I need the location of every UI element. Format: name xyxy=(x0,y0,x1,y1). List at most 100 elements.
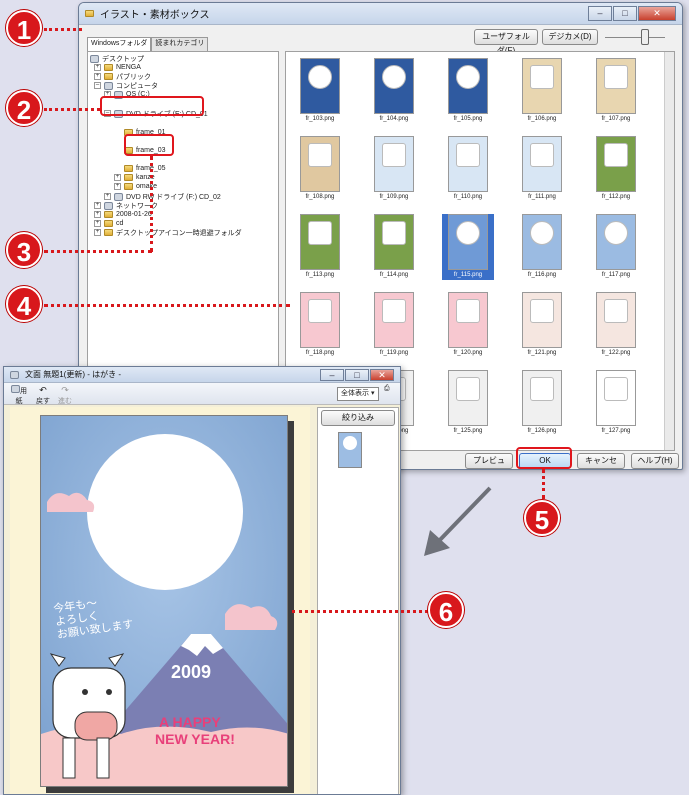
thumbnail-item[interactable]: fr_117.png xyxy=(590,214,642,280)
thumbnail-item[interactable]: fr_107.png xyxy=(590,58,642,124)
thumbnail-item[interactable]: fr_114.png xyxy=(368,214,420,280)
tree-item-computer[interactable]: – コンピュータ xyxy=(94,81,158,90)
tree-item-network[interactable]: + ネットワーク xyxy=(94,201,158,210)
photo-circle xyxy=(87,434,243,590)
thumbnail-image xyxy=(448,58,488,114)
thumbnail-item[interactable]: fr_118.png xyxy=(294,292,346,358)
thumbnail-item[interactable]: fr_121.png xyxy=(516,292,568,358)
editor-close-button[interactable]: ✕ xyxy=(370,369,394,381)
thumbnail-item[interactable]: fr_109.png xyxy=(368,136,420,202)
thumbnail-label: fr_114.png xyxy=(379,272,409,278)
thumbnail-image xyxy=(596,370,636,426)
thumbnail-image xyxy=(448,136,488,192)
thumbnail-item[interactable]: fr_125.png xyxy=(442,370,494,436)
undo-button[interactable]: ↶ 戻す xyxy=(34,385,52,406)
thumbnail-label: fr_125.png xyxy=(453,428,483,434)
thumbnail-label: fr_127.png xyxy=(601,428,631,434)
thumbnail-label: fr_118.png xyxy=(305,350,335,356)
thumbnail-item[interactable]: fr_111.png xyxy=(516,136,568,202)
happy-text-2: NEW YEAR! xyxy=(155,731,235,747)
thumbnail-label: fr_126.png xyxy=(527,428,557,434)
paper-button[interactable]: 用紙 xyxy=(10,385,28,406)
redo-icon: ↷ xyxy=(61,385,69,395)
thumbnail-image xyxy=(374,292,414,348)
tree-item-desktop[interactable]: デスクトップ xyxy=(90,54,144,63)
thumbnail-label: fr_106.png xyxy=(527,116,557,122)
thumbnail-item[interactable]: fr_126.png xyxy=(516,370,568,436)
minimize-button[interactable]: – xyxy=(588,6,612,21)
thumb-size-slider[interactable] xyxy=(605,37,665,38)
thumbnail-image xyxy=(300,136,340,192)
thumbnail-label: fr_109.png xyxy=(379,194,409,200)
zoom-select[interactable]: 全体表示 ▾ xyxy=(337,387,379,401)
thumbnail-image xyxy=(374,136,414,192)
thumbnail-image xyxy=(596,136,636,192)
dialog-titlebar: イラスト・素材ボックス – □ ✕ xyxy=(79,3,682,25)
print-icon[interactable]: ⎙ xyxy=(384,385,396,401)
page-thumbnail[interactable] xyxy=(338,432,362,468)
desktop-icon xyxy=(90,54,99,63)
tree-item-frame05[interactable]: frame_05 xyxy=(124,164,166,173)
redo-button[interactable]: ↷ 進む xyxy=(56,385,74,406)
tab-windows-folder[interactable]: Windowsフォルダ xyxy=(87,37,152,51)
callout-3-vertical-leader xyxy=(150,156,153,252)
callout-6-leader xyxy=(292,610,428,613)
thumbnail-label: fr_111.png xyxy=(528,194,556,200)
thumbnail-label: fr_121.png xyxy=(527,350,557,356)
dvd-drive-highlight xyxy=(100,96,204,116)
thumbnail-image xyxy=(448,370,488,426)
thumbnail-item[interactable]: fr_119.png xyxy=(368,292,420,358)
postcard[interactable]: 今年も～ よろしく お願い致します 2009 A HAPPY NEW YEAR! xyxy=(40,415,288,787)
thumbnail-label: fr_108.png xyxy=(305,194,335,200)
editor-minimize-button[interactable]: – xyxy=(320,369,344,381)
ok-highlight xyxy=(516,447,572,469)
thumbnail-label: fr_110.png xyxy=(453,194,483,200)
filter-button[interactable]: 絞り込み xyxy=(321,410,395,426)
thumbnail-item[interactable]: fr_103.png xyxy=(294,58,346,124)
thumbnail-item[interactable]: fr_110.png xyxy=(442,136,494,202)
folder-icon xyxy=(104,220,113,227)
editor-title: 文面 無題1(更新) - はがき - xyxy=(25,370,121,379)
tree-item-desktop-temp[interactable]: + デスクトップアイコン一時退避フォルダ xyxy=(94,228,242,237)
slider-handle[interactable] xyxy=(641,29,649,45)
thumbnail-item[interactable]: fr_120.png xyxy=(442,292,494,358)
document-icon xyxy=(10,370,19,379)
grid-scrollbar[interactable] xyxy=(664,52,674,450)
thumbnail-item[interactable]: fr_115.png xyxy=(442,214,494,280)
thumbnail-item[interactable]: fr_127.png xyxy=(590,370,642,436)
preview-button[interactable]: プレビュー(P) xyxy=(465,453,513,469)
thumbnail-item[interactable]: fr_122.png xyxy=(590,292,642,358)
thumbnail-image xyxy=(300,58,340,114)
tree-item-kanze[interactable]: + kanze xyxy=(114,173,155,182)
thumbnail-label: fr_105.png xyxy=(453,116,483,122)
user-folder-button[interactable]: ユーザフォルダ(F) xyxy=(474,29,538,55)
thumbnail-item[interactable]: fr_105.png xyxy=(442,58,494,124)
thumbnail-item[interactable]: fr_112.png xyxy=(590,136,642,202)
callout-3: 3 xyxy=(6,232,42,268)
close-button[interactable]: ✕ xyxy=(638,6,676,21)
camera-button[interactable]: デジカメ(D) xyxy=(542,29,598,45)
thumbnail-label: fr_115.png xyxy=(453,272,483,278)
help-button[interactable]: ヘルプ(H) xyxy=(631,453,679,469)
tree-item-2008[interactable]: +2008-01-26 xyxy=(94,210,152,219)
thumbnail-item[interactable]: fr_106.png xyxy=(516,58,568,124)
happy-text-1: A HAPPY xyxy=(159,714,221,730)
thumbnail-item[interactable]: fr_113.png xyxy=(294,214,346,280)
callout-2: 2 xyxy=(6,90,42,126)
maximize-button[interactable]: □ xyxy=(613,6,637,21)
callout-6: 6 xyxy=(428,592,464,628)
thumbnail-item[interactable]: fr_108.png xyxy=(294,136,346,202)
cancel-button[interactable]: キャンセル xyxy=(577,453,625,469)
callout-5: 5 xyxy=(524,500,560,536)
thumbnail-item[interactable]: fr_116.png xyxy=(516,214,568,280)
editor-maximize-button[interactable]: □ xyxy=(345,369,369,381)
network-icon xyxy=(104,201,113,210)
callout-5-leader xyxy=(542,469,545,499)
thumbnail-item[interactable]: fr_104.png xyxy=(368,58,420,124)
canvas-area: 今年も～ よろしく お願い致します 2009 A HAPPY NEW YEAR! xyxy=(10,407,310,794)
callout-4: 4 xyxy=(6,286,42,322)
thumbnail-image xyxy=(300,214,340,270)
year-text: 2009 xyxy=(171,662,212,682)
callout-2-leader xyxy=(44,108,100,111)
tab-category[interactable]: 読まれカテゴリ xyxy=(151,37,209,51)
